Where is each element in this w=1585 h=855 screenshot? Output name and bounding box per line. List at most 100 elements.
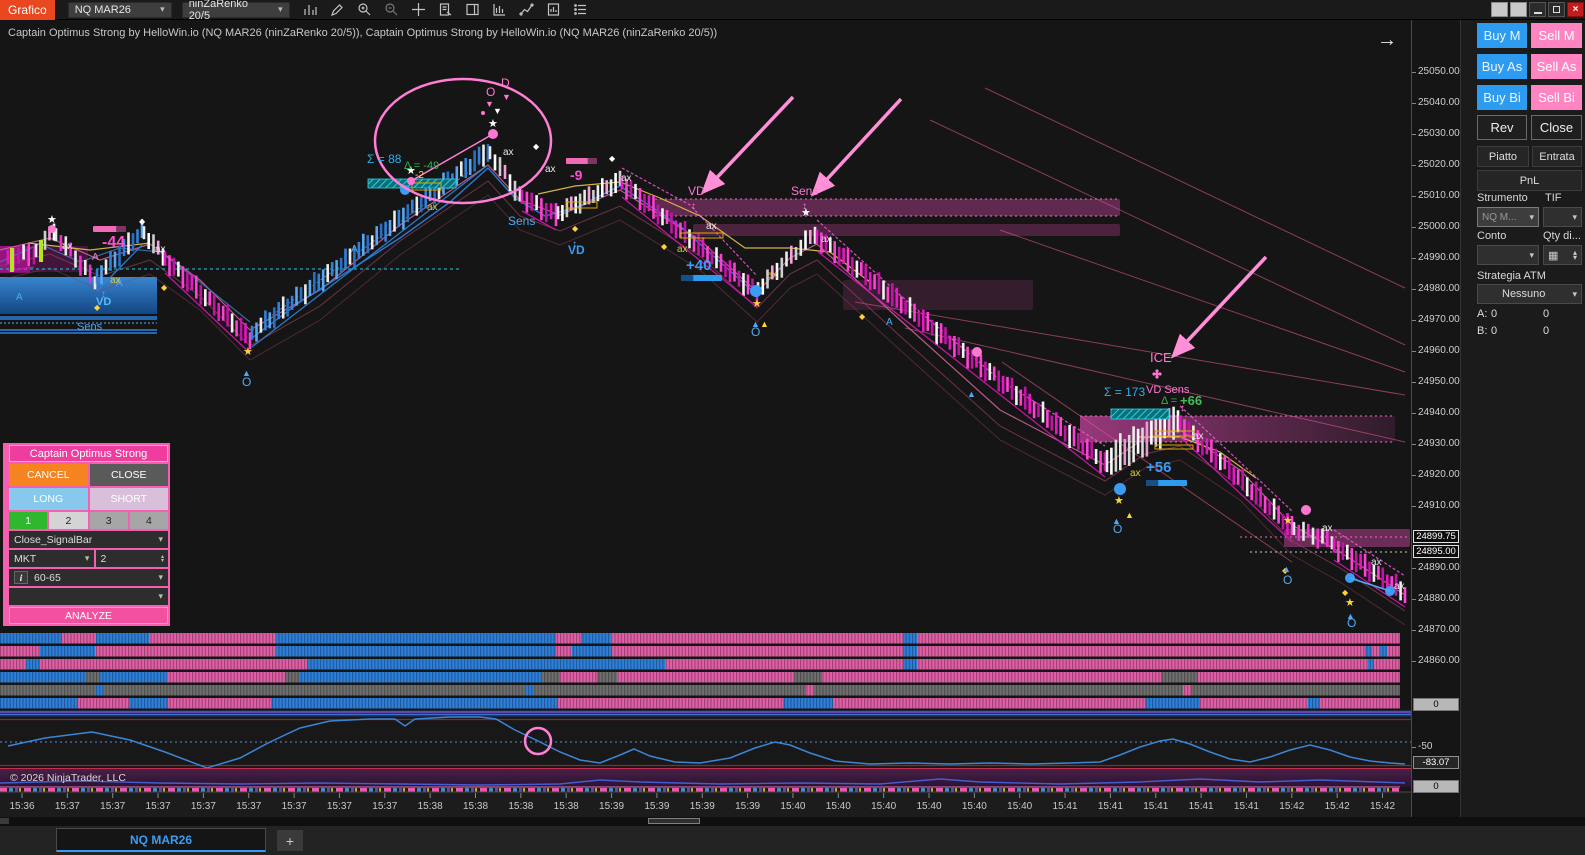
price-axis-tick (1412, 72, 1416, 73)
panel-layout-icon[interactable] (464, 2, 481, 18)
price-axis-label: 25010.00 (1418, 190, 1460, 201)
buy-bid-button[interactable]: Buy Bi (1477, 85, 1527, 110)
signal-dropdown[interactable]: Close_SignalBar ▾ (9, 531, 168, 548)
time-axis-label: 15:38 (508, 801, 533, 812)
cancel-button[interactable]: CANCEL (9, 464, 88, 486)
window-option-button-1[interactable] (1491, 2, 1508, 17)
chart-annotation: ax (1371, 557, 1382, 568)
chart-annotation: ★ (243, 346, 253, 358)
calculator-icon: ▦ (1548, 249, 1558, 262)
chart-annotation: ◆ (572, 224, 579, 233)
chart-annotation: ◆ (661, 242, 668, 251)
conto-dropdown[interactable]: ▾ (1477, 245, 1539, 265)
zoom-out-icon[interactable] (383, 2, 400, 18)
chevron-down-icon: ▾ (1572, 212, 1577, 223)
chart-annotation: -2 (415, 170, 424, 181)
add-tab-button[interactable]: + (277, 830, 303, 851)
zoom-in-icon[interactable] (356, 2, 373, 18)
close-button[interactable]: CLOSE (90, 464, 169, 486)
pencil-icon[interactable] (329, 2, 346, 18)
entrata-button[interactable]: Entrata (1532, 146, 1582, 167)
quantity-stepper[interactable]: 2 ▴▾ (96, 550, 168, 567)
chart-annotation: ★ (1283, 515, 1293, 527)
chart-annotation: ◆ (859, 312, 866, 321)
horizontal-scrollbar[interactable] (0, 817, 1585, 826)
chevron-down-icon: ▾ (1572, 289, 1577, 300)
price-axis-tick (1412, 134, 1416, 135)
chevron-down-icon: ▾ (278, 4, 283, 15)
spinner-arrows-icon: ▴▾ (1573, 250, 1577, 260)
a-row-value1: 0 (1491, 308, 1497, 320)
long-button[interactable]: LONG (9, 488, 88, 510)
tab-nq-mar26[interactable]: NQ MAR26 (56, 828, 266, 852)
sell-ask-button[interactable]: Sell As (1531, 54, 1582, 79)
document-edit-icon[interactable] (437, 2, 454, 18)
price-chart[interactable]: ★★★★★★★★★◆◆◆◆◆◆◆◆◆◆◆▲▲▲▲▲▲▲▲▼▼▼↕↕↕↕↕-44Σ… (0, 0, 1411, 817)
maximize-button[interactable] (1548, 2, 1565, 17)
close-window-button[interactable]: × (1567, 2, 1584, 17)
chart-annotation: ax (427, 202, 438, 213)
heatmap-row (0, 633, 1400, 644)
buy-market-button[interactable]: Buy M (1477, 23, 1527, 48)
chart-annotation: ax (821, 234, 832, 245)
chart-annotation: Sens (791, 184, 818, 198)
bar-chart-icon[interactable] (302, 2, 319, 18)
strategia-dropdown[interactable]: Nessuno ▾ (1477, 284, 1582, 304)
pnl-button[interactable]: PnL (1477, 170, 1582, 191)
reverse-button[interactable]: Rev (1477, 115, 1527, 140)
qty-preset-2-button[interactable]: 2 (49, 512, 87, 529)
buy-ask-button[interactable]: Buy As (1477, 54, 1527, 79)
qty-preset-1-button[interactable]: 1 (9, 512, 47, 529)
conto-label: Conto (1477, 230, 1506, 242)
pan-right-arrow-icon[interactable]: → (1377, 29, 1397, 52)
chart-annotation: ★ (1114, 495, 1124, 507)
price-axis[interactable]: 25050.0025040.0025030.0025020.0025010.00… (1411, 20, 1460, 817)
sell-bid-button[interactable]: Sell Bi (1531, 85, 1582, 110)
qty-preset-4-button[interactable]: 4 (130, 512, 168, 529)
price-axis-tick (1412, 475, 1416, 476)
empty-dropdown[interactable]: ▾ (9, 588, 168, 605)
price-axis-label: 24980.00 (1418, 283, 1460, 294)
chart-annotation: ★ (752, 298, 762, 310)
line-tool-icon[interactable] (518, 2, 535, 18)
list-icon[interactable] (572, 2, 589, 18)
price-axis-label: 24910.00 (1418, 500, 1460, 511)
window-option-button-2[interactable] (1510, 2, 1527, 17)
chart-annotation: ◆ (139, 217, 146, 226)
clipboard-chart-icon[interactable] (545, 2, 562, 18)
price-axis-label: 24990.00 (1418, 252, 1460, 263)
scrollbar-left-button[interactable] (0, 818, 9, 824)
chart-window-icon[interactable] (491, 2, 508, 18)
price-axis-tick (1412, 747, 1416, 748)
qty-preset-3-button[interactable]: 3 (90, 512, 128, 529)
a-row-label: A: (1477, 308, 1487, 320)
tab-bar: NQ MAR26 + (0, 826, 1585, 855)
period-dropdown[interactable]: ninZaRenko 20/5 ▾ (182, 2, 290, 18)
chart-annotation: ▼ (502, 92, 511, 102)
chart-annotation: ax (677, 244, 688, 255)
chart-annotation: ◆ (161, 283, 168, 292)
instrument-dropdown[interactable]: NQ MAR26 ▾ (68, 2, 172, 18)
time-axis-label: 15:38 (463, 801, 488, 812)
piatto-button[interactable]: Piatto (1477, 146, 1529, 167)
strumento-dropdown[interactable]: NQ M... ▾ (1477, 207, 1539, 227)
time-axis-label: 15:41 (1189, 801, 1214, 812)
price-axis-label: 24960.00 (1418, 345, 1460, 356)
analyze-button[interactable]: ANALYZE (9, 607, 168, 624)
sell-market-button[interactable]: Sell M (1531, 23, 1582, 48)
crosshair-icon[interactable] (410, 2, 427, 18)
tif-dropdown[interactable]: ▾ (1543, 207, 1582, 227)
close-position-button[interactable]: Close (1531, 115, 1582, 140)
qty-stepper[interactable]: ▦ ▴▾ (1543, 245, 1582, 265)
a-row-value2: 0 (1543, 308, 1549, 320)
range-dropdown[interactable]: i60-65 ▾ (9, 569, 168, 586)
minimize-button[interactable] (1529, 2, 1546, 17)
price-axis-tick (1412, 630, 1416, 631)
range-dropdown-value: 60-65 (34, 572, 61, 584)
short-button[interactable]: SHORT (90, 488, 169, 510)
time-axis-label: 15:39 (644, 801, 669, 812)
order-type-dropdown[interactable]: MKT ▾ (9, 550, 94, 567)
scrollbar-thumb[interactable] (648, 818, 700, 824)
price-axis-label: 25040.00 (1418, 97, 1460, 108)
chart-annotation: ax (767, 270, 778, 281)
